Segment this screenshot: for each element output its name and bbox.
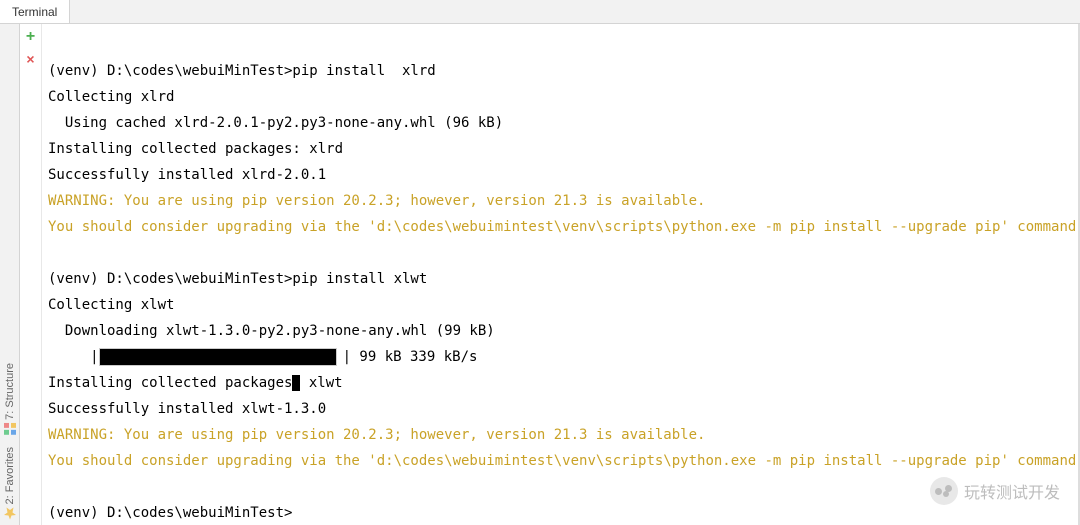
terminal-line: Successfully installed xlrd-2.0.1 xyxy=(48,162,1072,188)
terminal-toolbar: + × xyxy=(20,24,42,525)
tab-terminal[interactable]: Terminal xyxy=(0,0,70,23)
sidebar-structure-tab[interactable]: 7: Structure xyxy=(4,357,16,441)
terminal-progress-line: || 99 kB 339 kB/s xyxy=(48,344,1072,370)
terminal-line xyxy=(48,474,1072,500)
terminal-line: Successfully installed xlwt-1.3.0 xyxy=(48,396,1072,422)
sidebar-structure-label: 7: Structure xyxy=(4,363,16,420)
sidebar-favorites-label: 2: Favorites xyxy=(4,447,16,504)
terminal-warning-line: You should consider upgrading via the 'd… xyxy=(48,448,1072,474)
terminal-line: (venv) D:\codes\webuiMinTest> xyxy=(48,500,1072,525)
terminal-line xyxy=(48,240,1072,266)
terminal-line xyxy=(48,32,1072,58)
left-sidebar: 7: Structure 2: Favorites xyxy=(0,24,20,525)
terminal-line: Downloading xlwt-1.3.0-py2.py3-none-any.… xyxy=(48,318,1072,344)
terminal-line: (venv) D:\codes\webuiMinTest>pip install… xyxy=(48,58,1072,84)
progress-bar xyxy=(99,348,337,366)
terminal-line: Collecting xlwt xyxy=(48,292,1072,318)
terminal-line: Using cached xlrd-2.0.1-py2.py3-none-any… xyxy=(48,110,1072,136)
terminal-line: (venv) D:\codes\webuiMinTest>pip install… xyxy=(48,266,1072,292)
terminal-output[interactable]: (venv) D:\codes\webuiMinTest>pip install… xyxy=(42,24,1078,525)
terminal-warning-line: You should consider upgrading via the 'd… xyxy=(48,214,1072,240)
tab-spacer xyxy=(70,0,1080,23)
close-session-button[interactable]: × xyxy=(24,52,38,66)
terminal-line: Installing collected packages: xlrd xyxy=(48,136,1072,162)
terminal-line: Collecting xlrd xyxy=(48,84,1072,110)
star-icon xyxy=(4,507,16,519)
terminal-line: Installing collected packages xlwt xyxy=(48,370,1072,396)
terminal-warning-line: WARNING: You are using pip version 20.2.… xyxy=(48,188,1072,214)
add-session-button[interactable]: + xyxy=(24,30,38,44)
structure-icon xyxy=(4,423,16,435)
progress-label: | 99 kB 339 kB/s xyxy=(343,344,478,370)
sidebar-favorites-tab[interactable]: 2: Favorites xyxy=(4,441,16,525)
top-bar: Terminal xyxy=(0,0,1080,24)
terminal-warning-line: WARNING: You are using pip version 20.2.… xyxy=(48,422,1072,448)
